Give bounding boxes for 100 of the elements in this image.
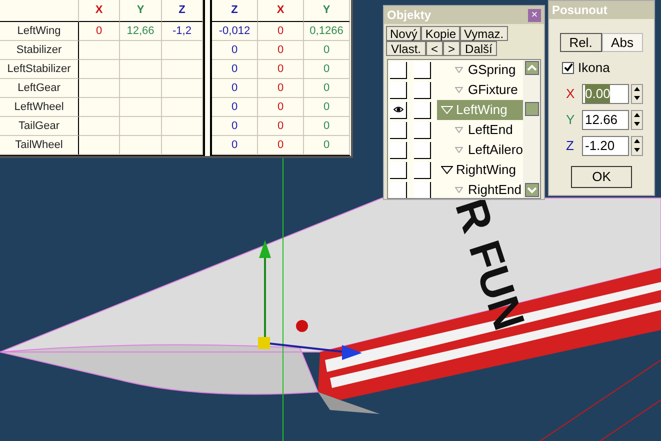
window-title: Objekty <box>387 7 432 24</box>
up-arrow-icon <box>634 113 640 117</box>
ok-button[interactable]: OK <box>571 166 632 188</box>
empty-cell <box>120 117 162 136</box>
empty-cell <box>79 60 120 79</box>
table-cell: 0 <box>212 117 258 136</box>
table-cell: 0 <box>258 22 304 41</box>
visibility-toggle[interactable] <box>390 142 407 158</box>
row-name-cell: LeftWing <box>0 22 79 41</box>
visibility-toggle[interactable] <box>390 122 407 138</box>
tree-item[interactable]: GFixture <box>437 80 523 100</box>
empty-cell <box>79 117 120 136</box>
empty-cell <box>162 98 203 117</box>
table-cell: 0 <box>304 136 350 155</box>
check-icon <box>564 63 572 72</box>
visibility-toggle[interactable] <box>390 62 407 78</box>
scroll-up-icon[interactable] <box>524 61 538 75</box>
visibility-toggle[interactable] <box>390 162 407 178</box>
row-name-cell: Stabilizer <box>0 41 79 60</box>
empty-cell <box>79 41 120 60</box>
toolbar-button[interactable]: Další <box>460 41 498 56</box>
empty-cell <box>79 98 120 117</box>
up-arrow-icon <box>634 139 640 143</box>
toolbar-button[interactable]: > <box>443 41 460 56</box>
toolbar-button[interactable]: Kopie <box>421 26 460 41</box>
window-title: Posunout <box>552 2 608 19</box>
scroll-thumb[interactable] <box>524 102 538 116</box>
table-cell: 0 <box>258 79 304 98</box>
table-cell: 0 <box>258 117 304 136</box>
tree-item[interactable]: GSpring <box>437 60 523 80</box>
spinner-buttons[interactable] <box>631 84 643 104</box>
lock-toggle[interactable] <box>414 102 431 118</box>
scroll-down-icon[interactable] <box>524 183 538 197</box>
spinner-buttons[interactable] <box>631 110 643 130</box>
empty-cell <box>120 60 162 79</box>
visibility-toggle[interactable] <box>390 182 407 198</box>
empty-cell <box>162 60 203 79</box>
tree-item[interactable]: LeftAilero <box>437 140 523 160</box>
checkbox[interactable] <box>562 62 574 74</box>
axis-label: Y <box>566 110 576 129</box>
column-header: Y <box>304 0 350 22</box>
lock-toggle[interactable] <box>414 62 431 78</box>
table-cell: 0 <box>212 41 258 60</box>
spinner-buttons[interactable] <box>631 136 643 156</box>
triangle-icon <box>455 187 463 193</box>
checkbox-label: Ikona <box>578 59 610 77</box>
triangle-icon <box>455 127 463 133</box>
close-button[interactable]: × <box>528 8 541 22</box>
table-cell: 0 <box>212 136 258 155</box>
row-name-cell: LeftGear <box>0 79 79 98</box>
toolbar-button[interactable]: Nový <box>386 26 422 41</box>
number-field[interactable]: -1.20 <box>582 136 629 156</box>
empty-cell <box>162 136 203 155</box>
tree-item[interactable]: RightWing <box>437 160 523 180</box>
lock-toggle[interactable] <box>414 162 431 178</box>
table-cell: 0 <box>258 98 304 117</box>
table-cell: 0 <box>304 41 350 60</box>
column-header: Y <box>120 0 162 22</box>
table-cell: 0 <box>304 60 350 79</box>
column-header: Z <box>162 0 203 22</box>
table-cell: 0 <box>258 41 304 60</box>
column-header: X <box>79 0 120 22</box>
down-arrow-icon <box>634 96 640 100</box>
move-gizmo-drawing[interactable] <box>258 240 362 360</box>
mode-tab[interactable]: Abs <box>602 33 643 52</box>
empty-cell <box>120 79 162 98</box>
lock-toggle[interactable] <box>414 82 431 98</box>
tree-item[interactable]: LeftEnd <box>437 120 523 140</box>
column-header: X <box>258 0 304 22</box>
tree-item[interactable]: RightEnd <box>437 180 523 198</box>
number-field[interactable]: 0.00 <box>582 84 629 104</box>
number-field[interactable]: 12.66 <box>582 110 629 130</box>
table-cell: 0 <box>258 136 304 155</box>
empty-cell <box>162 79 203 98</box>
empty-cell <box>120 136 162 155</box>
mode-tab[interactable]: Rel. <box>560 33 602 52</box>
visibility-toggle[interactable] <box>390 102 407 118</box>
table-cell: -0,012 <box>212 22 258 41</box>
toolbar-button[interactable]: < <box>426 41 444 56</box>
table-cell: 0 <box>212 60 258 79</box>
lock-toggle[interactable] <box>414 122 431 138</box>
triangle-icon <box>455 147 463 153</box>
triangle-icon <box>455 67 463 73</box>
toolbar-button[interactable]: Vlast. <box>386 41 426 56</box>
axis-label: Z <box>566 136 575 155</box>
empty-cell <box>120 41 162 60</box>
axis-label: X <box>566 84 576 103</box>
toolbar-button[interactable]: Vymaz. <box>460 26 508 41</box>
table-cell: 0 <box>304 79 350 98</box>
down-arrow-icon <box>634 148 640 152</box>
row-name-cell: LeftStabilizer <box>0 60 79 79</box>
table-cell: 0 <box>212 98 258 117</box>
row-name-cell: TailWheel <box>0 136 79 155</box>
lock-toggle[interactable] <box>414 142 431 158</box>
table-cell: 0 <box>304 117 350 136</box>
column-header: Z <box>212 0 258 22</box>
empty-cell <box>79 79 120 98</box>
lock-toggle[interactable] <box>414 182 431 198</box>
visibility-toggle[interactable] <box>390 82 407 98</box>
eye-icon <box>392 105 404 114</box>
